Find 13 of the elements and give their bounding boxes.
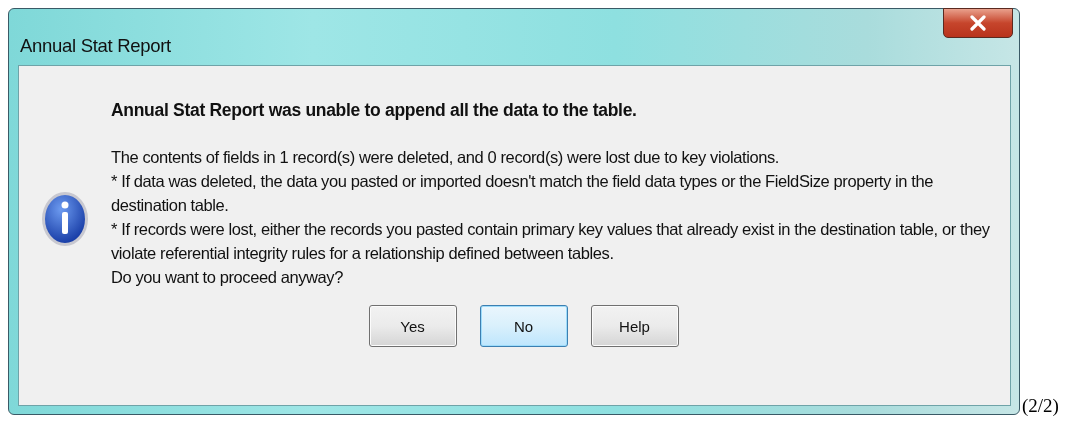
dialog-button[interactable]: Help	[590, 305, 679, 347]
message-text: * If data was deleted, the data you pasted or imported doesn't match the field data types or the FieldSize property in the destination table.	[111, 171, 935, 216]
message-text: * If records were lost, either the records you pasted contain primary key values that already exist in the destination table, or they violate referential integrity rules for a relationship defined between tables.	[111, 219, 991, 264]
message-text: The contents of fields in 1 record(s) were deleted, and 0 record(s) were lost due to key violations.	[111, 147, 781, 168]
close-icon	[969, 15, 987, 31]
info-icon	[41, 191, 89, 247]
window-title: Annual Stat Report	[20, 35, 171, 57]
close-button[interactable]	[943, 8, 1013, 38]
message-heading: Annual Stat Report was unable to append all the data to the table.	[111, 100, 638, 121]
page-counter: (2/2)	[1022, 395, 1059, 417]
dialog-button[interactable]: Yes	[368, 305, 457, 347]
dialog-button[interactable]: No	[479, 305, 568, 347]
message-text: Do you want to proceed anyway?	[111, 267, 344, 288]
